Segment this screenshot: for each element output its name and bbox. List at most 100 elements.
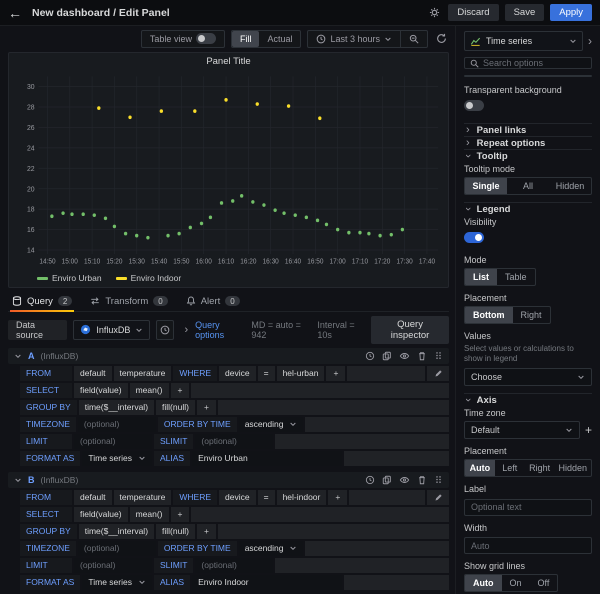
hide-query-icon[interactable] (399, 351, 410, 361)
query-a-header[interactable]: A (InfluxDB) (8, 348, 449, 364)
select-fn-chip[interactable]: mean() (130, 383, 169, 398)
tooltip-mode-single[interactable]: Single (465, 178, 507, 194)
where-value-chip[interactable]: hel-indoor (277, 490, 327, 505)
legend-placement-bottom[interactable]: Bottom (465, 307, 513, 323)
where-key-chip[interactable]: device (219, 366, 256, 381)
tab-query[interactable]: Query 2 (10, 291, 74, 311)
fill-option[interactable]: Fill (232, 31, 260, 47)
select-field-chip[interactable]: field(value) (74, 383, 128, 398)
groupby-time-chip[interactable]: time($__interval) (79, 524, 154, 539)
groupby-fill-chip[interactable]: fill(null) (156, 524, 195, 539)
hide-query-icon[interactable] (399, 475, 410, 485)
orderby-select[interactable]: ascending (239, 541, 304, 556)
tooltip-mode-all[interactable]: All (507, 178, 549, 194)
alias-input[interactable] (192, 451, 342, 466)
from-measurement-chip[interactable]: temperature (114, 490, 172, 505)
zoom-out-button[interactable] (401, 31, 427, 47)
where-op-chip[interactable]: = (258, 490, 275, 505)
edit-query-button[interactable] (427, 366, 449, 381)
discard-button[interactable]: Discard (448, 4, 498, 21)
legend-item[interactable]: Enviro Urban (37, 273, 102, 283)
query-history-button[interactable] (156, 320, 174, 340)
save-button[interactable]: Save (505, 4, 545, 21)
tooltip-section-header[interactable]: › Tooltip (464, 149, 592, 162)
add-groupby-button[interactable]: + (197, 524, 216, 539)
legend-values-select[interactable]: Choose (464, 368, 592, 386)
alias-input[interactable] (192, 575, 342, 590)
axis-grid-off[interactable]: Off (530, 575, 558, 591)
add-select-button[interactable]: + (171, 507, 190, 522)
legend-section-header[interactable]: › Legend (464, 202, 592, 215)
axis-placement-hidden[interactable]: Hidden (554, 460, 591, 476)
options-search[interactable] (464, 57, 592, 69)
datasource-picker[interactable]: InfluxDB (73, 320, 150, 340)
delete-query-icon[interactable] (417, 475, 427, 485)
query-history-icon[interactable] (365, 351, 375, 361)
drag-handle-icon[interactable] (434, 474, 443, 485)
tooltip-mode-hidden[interactable]: Hidden (549, 178, 591, 194)
query-options-toggle[interactable]: › Query options MD = auto = 942 Interval… (184, 320, 365, 340)
limit-input[interactable] (74, 434, 152, 449)
axis-section-header[interactable]: › Axis (464, 393, 592, 406)
axis-placement-left[interactable]: Left (495, 460, 525, 476)
axis-timezone-select[interactable]: Default (464, 421, 580, 439)
add-condition-button[interactable]: + (326, 366, 345, 381)
drag-handle-icon[interactable] (434, 350, 443, 361)
query-history-icon[interactable] (365, 475, 375, 485)
duplicate-query-icon[interactable] (382, 351, 392, 361)
panel-links-section[interactable]: › Panel links (464, 123, 592, 136)
from-db-chip[interactable]: default (74, 366, 112, 381)
apply-button[interactable]: Apply (550, 4, 592, 21)
groupby-fill-chip[interactable]: fill(null) (156, 400, 195, 415)
visualization-picker[interactable]: Time series (464, 31, 583, 51)
axis-width-input[interactable] (464, 537, 592, 554)
slimit-input[interactable] (195, 434, 273, 449)
time-range-picker[interactable]: Last 3 hours (308, 31, 400, 47)
axis-placement-auto[interactable]: Auto (465, 460, 495, 476)
from-measurement-chip[interactable]: temperature (114, 366, 172, 381)
refresh-button[interactable] (434, 31, 449, 46)
legend-mode-table[interactable]: Table (497, 269, 535, 285)
add-timezone-button[interactable]: + (585, 423, 592, 437)
repeat-options-section[interactable]: › Repeat options (464, 136, 592, 149)
add-condition-button[interactable]: + (328, 490, 347, 505)
duplicate-query-icon[interactable] (382, 475, 392, 485)
timezone-input[interactable] (78, 541, 156, 556)
add-select-button[interactable]: + (171, 383, 190, 398)
filter-tab-all[interactable]: All (465, 76, 528, 77)
query-b-header[interactable]: B (InfluxDB) (8, 472, 449, 488)
add-groupby-button[interactable]: + (197, 400, 216, 415)
select-field-chip[interactable]: field(value) (74, 507, 128, 522)
where-op-chip[interactable]: = (258, 366, 275, 381)
timezone-input[interactable] (78, 417, 156, 432)
transparent-bg-toggle[interactable] (464, 100, 484, 111)
legend-item[interactable]: Enviro Indoor (116, 273, 182, 283)
select-fn-chip[interactable]: mean() (130, 507, 169, 522)
back-arrow-icon[interactable]: ← (8, 6, 22, 20)
delete-query-icon[interactable] (417, 351, 427, 361)
axis-grid-on[interactable]: On (502, 575, 530, 591)
axis-placement-right[interactable]: Right (525, 460, 555, 476)
legend-placement-right[interactable]: Right (513, 307, 550, 323)
groupby-time-chip[interactable]: time($__interval) (79, 400, 154, 415)
collapse-options-pane-icon[interactable]: › (588, 35, 592, 47)
axis-label-input[interactable] (464, 499, 592, 516)
collapse-icon[interactable] (14, 352, 22, 360)
gear-icon[interactable] (427, 5, 442, 20)
axis-grid-auto[interactable]: Auto (465, 575, 502, 591)
collapse-icon[interactable] (14, 476, 22, 484)
format-select[interactable]: Time series (82, 575, 152, 590)
orderby-select[interactable]: ascending (239, 417, 304, 432)
query-inspector-button[interactable]: Query inspector (371, 316, 449, 344)
slimit-input[interactable] (195, 558, 273, 573)
edit-query-button[interactable] (427, 490, 449, 505)
actual-option[interactable]: Actual (259, 31, 300, 47)
from-db-chip[interactable]: default (74, 490, 112, 505)
table-view-toggle[interactable] (196, 33, 216, 44)
limit-input[interactable] (74, 558, 152, 573)
legend-visibility-toggle[interactable] (464, 232, 484, 243)
format-select[interactable]: Time series (82, 451, 152, 466)
search-input[interactable] (483, 58, 586, 68)
tab-transform[interactable]: Transform 0 (88, 291, 169, 311)
tab-alert[interactable]: Alert 0 (184, 291, 242, 311)
